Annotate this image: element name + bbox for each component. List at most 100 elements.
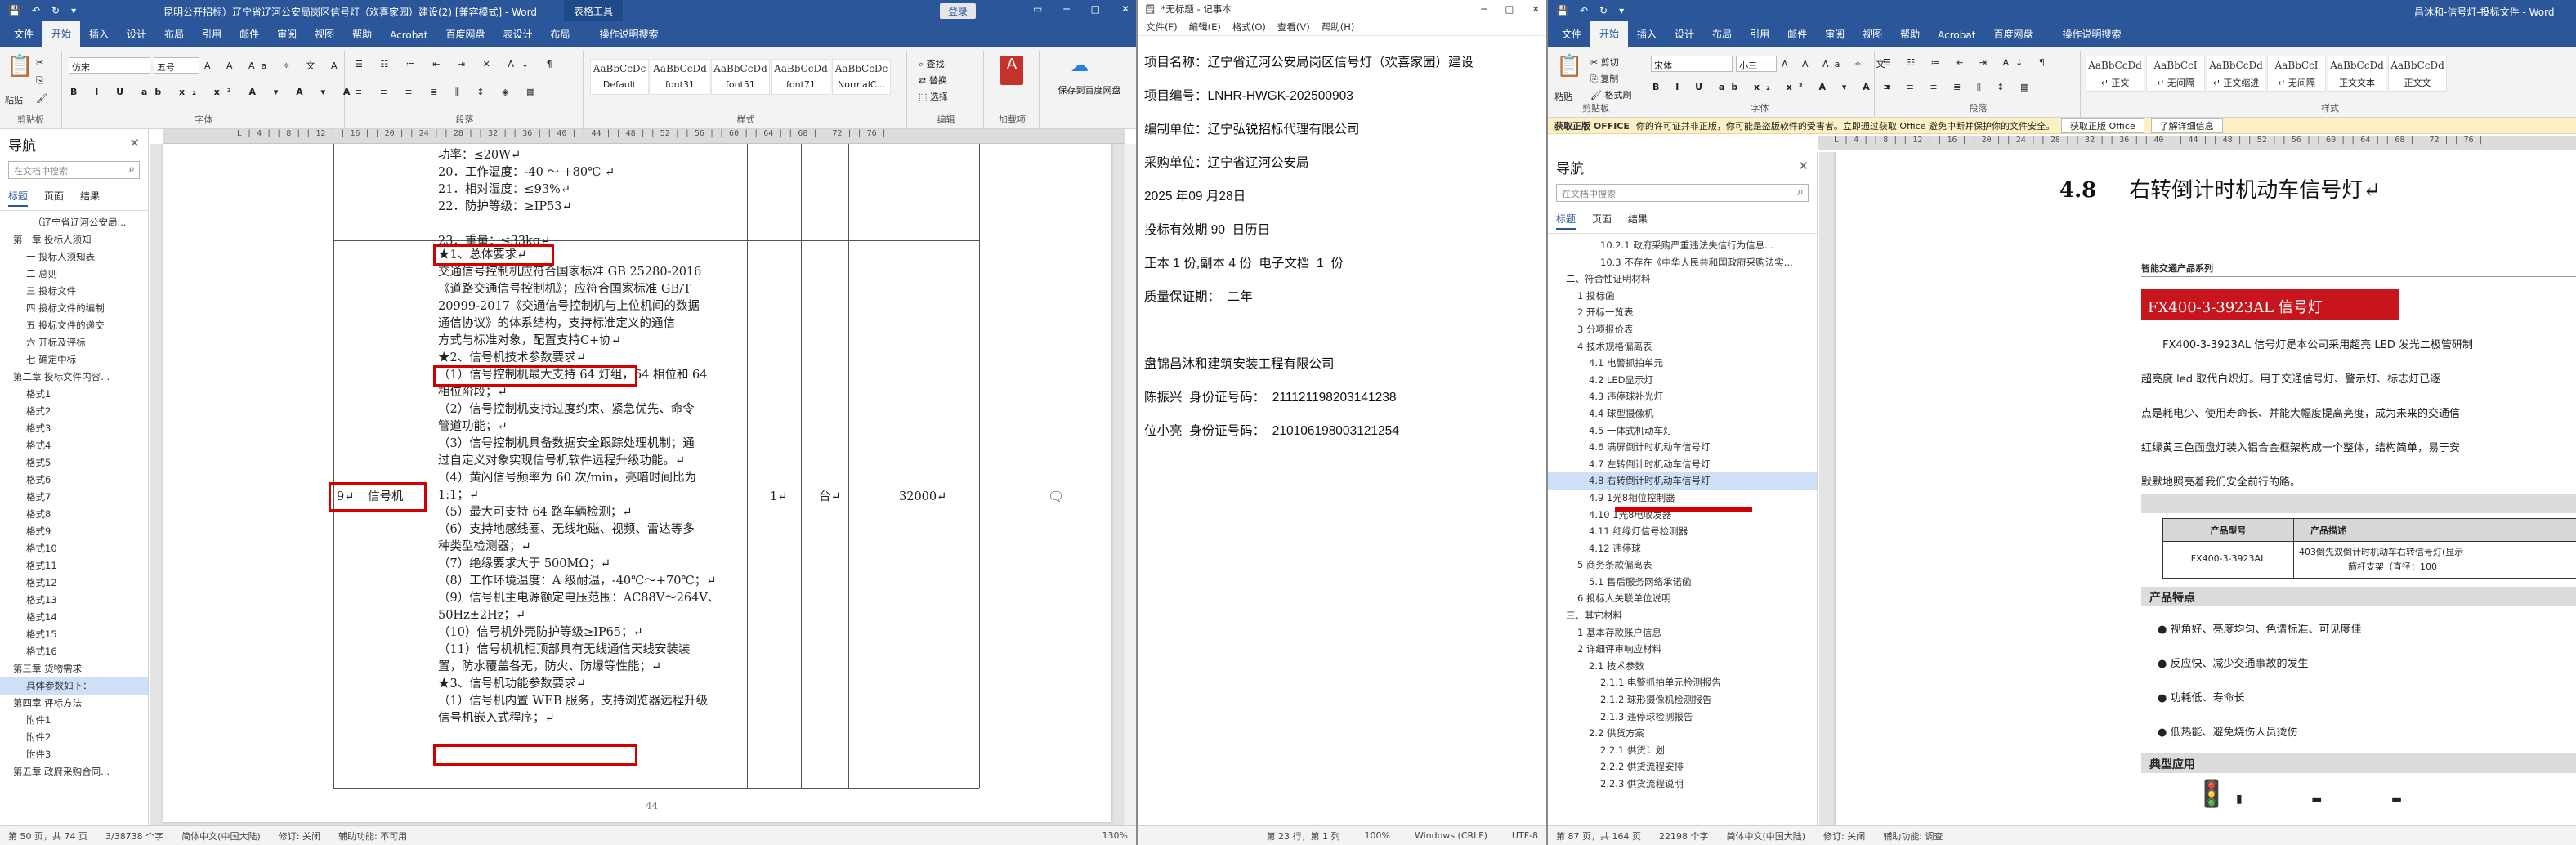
nav-item[interactable]: 六 开标及评标 (0, 334, 148, 351)
baidu-save-label[interactable]: 保存到百度网盘 (1053, 83, 1126, 96)
r-nav-item[interactable]: 4 技术规格偏离表 (1548, 338, 1817, 355)
close-icon[interactable]: ✕ (1121, 3, 1129, 15)
r-nav-item[interactable]: 1 投标函 (1548, 288, 1817, 305)
style-3[interactable]: AaBbCcDd font71 (771, 59, 830, 95)
style-2[interactable]: AaBbCcDd font51 (711, 59, 770, 95)
np-menu-item[interactable]: 编辑(E) (1189, 20, 1221, 33)
maximize-icon[interactable]: □ (1091, 3, 1100, 15)
r-nav-item[interactable]: 4.7 左转倒计时机动车信号灯 (1548, 456, 1817, 473)
format-painter-icon[interactable]: 🖌 (36, 93, 47, 104)
r-font-size-select[interactable]: 小三 (1736, 56, 1777, 72)
nav-item[interactable]: 格式4 (0, 437, 148, 454)
nav-item[interactable]: 七 确定中标 (0, 351, 148, 369)
np-menu-item[interactable]: 查看(V) (1277, 20, 1310, 33)
left-tab-13[interactable]: 布局 (541, 27, 579, 47)
redo-icon[interactable]: ↻ (51, 5, 60, 16)
nav-item[interactable]: 格式1 (0, 386, 148, 403)
right-tab-6[interactable]: 邮件 (1778, 27, 1816, 47)
nav-item[interactable]: 第二章 投标文件内容... (0, 369, 148, 386)
nav-item[interactable]: 格式12 (0, 575, 148, 592)
right-tab-9[interactable]: 帮助 (1891, 27, 1929, 47)
r-paste-icon[interactable]: 📋 (1556, 54, 1582, 78)
nav-item[interactable]: 附件3 (0, 746, 148, 763)
nav-tab-2[interactable]: 结果 (1628, 212, 1648, 230)
spec-cell[interactable]: ★1、总体要求↵ 交通信号控制机应符合国家标准 GB 25280-2016 《道路… (438, 247, 719, 727)
left-tab-5[interactable]: 引用 (193, 27, 230, 47)
undo-icon[interactable]: ↶ (32, 5, 40, 16)
r-redo-icon[interactable]: ↻ (1599, 5, 1608, 16)
nav-tab-1[interactable]: 页面 (44, 189, 64, 207)
left-tab-9[interactable]: 帮助 (343, 27, 381, 47)
r-nav-item[interactable]: 10.3 不存在《中华人民共和国政府采购法实... (1548, 254, 1817, 271)
r-nav-item[interactable]: 10.2.1 政府采购严重违法失信行为信息... (1548, 237, 1817, 254)
left-tab-6[interactable]: 邮件 (230, 27, 268, 47)
r-undo-icon[interactable]: ↶ (1580, 5, 1588, 16)
r-nav-item[interactable]: 2.2.3 供货流程说明 (1548, 776, 1817, 793)
r-nav-item[interactable]: 4.11 红绿灯信号检测器 (1548, 523, 1817, 540)
r-nav-item[interactable]: 4.3 违停球补光灯 (1548, 388, 1817, 405)
r-font-name-select[interactable]: 宋体 (1651, 56, 1733, 72)
right-tell-me-search[interactable]: 操作说明搜索 (2053, 27, 2130, 47)
r-copy-button[interactable]: ⎘ 复制 (1590, 72, 1618, 85)
r-nav-item[interactable]: 1 基本存款账户信息 (1548, 624, 1817, 642)
r-nav-item[interactable]: 6 投标人关联单位说明 (1548, 590, 1817, 607)
r-nav-item[interactable]: 4.8 右转倒计时机动车信号灯 (1548, 472, 1817, 490)
autosave-icon[interactable]: 💾 (8, 5, 20, 16)
left-vertical-scrollbar[interactable] (1123, 144, 1136, 825)
nav-item[interactable]: 二 总则 (0, 266, 148, 283)
nav-item[interactable]: （辽宁省辽河公安局... (0, 214, 148, 231)
nav-item[interactable]: 格式5 (0, 454, 148, 472)
right-tab-4[interactable]: 布局 (1703, 27, 1741, 47)
np-menu-item[interactable]: 文件(F) (1146, 20, 1178, 33)
r-nav-item[interactable]: 二、符合性证明材料 (1548, 270, 1817, 288)
nav-item[interactable]: 附件2 (0, 729, 148, 746)
r-customize-qa-icon[interactable]: ▾ (1619, 5, 1624, 16)
r-nav-item[interactable]: 4.5 一体式机动车灯 (1548, 422, 1817, 440)
r-nav-item[interactable]: 4.2 LED显示灯 (1548, 372, 1817, 389)
r-nav-item[interactable]: 4.6 满屏倒计时机动车信号灯 (1548, 439, 1817, 456)
np-minimize-icon[interactable]: ─ (1482, 3, 1487, 15)
select-button[interactable]: ⬚ 选择 (919, 90, 948, 103)
nav-item[interactable]: 一 投标人须知表 (0, 248, 148, 266)
minimize-icon[interactable]: ─ (1063, 3, 1069, 15)
left-tab-7[interactable]: 审阅 (268, 27, 306, 47)
r-nav-item[interactable]: 2.1.2 球形摄像机检测报告 (1548, 691, 1817, 709)
paste-label[interactable]: 粘贴 (5, 93, 23, 106)
right-tab-2[interactable]: 插入 (1628, 27, 1666, 47)
right-tab-10[interactable]: Acrobat (1929, 29, 1984, 47)
r-nav-item[interactable]: 2.1 技术参数 (1548, 658, 1817, 675)
r-cut-button[interactable]: ✂ 剪切 (1590, 56, 1619, 69)
nav-item[interactable]: 格式15 (0, 626, 148, 643)
style-1[interactable]: AaBbCcI ↵ 无间隔 (2146, 56, 2205, 92)
right-tab-8[interactable]: 视图 (1854, 27, 1891, 47)
customize-qa-icon[interactable]: ▾ (71, 5, 76, 16)
nav-item[interactable]: 格式10 (0, 540, 148, 557)
find-button[interactable]: ⌕ 查找 (919, 57, 945, 70)
nav-item[interactable]: 格式16 (0, 643, 148, 660)
r-nav-item[interactable]: 4.9 1光8相位控制器 (1548, 490, 1817, 507)
r-nav-item[interactable]: 2 详细评审响应材料 (1548, 641, 1817, 658)
nav-item[interactable]: 第三章 货物需求 (0, 660, 148, 677)
left-tab-3[interactable]: 设计 (118, 27, 155, 47)
status-item[interactable]: 130% (1102, 830, 1128, 841)
nav-item[interactable]: 格式2 (0, 403, 148, 420)
nav-item[interactable]: 四 投标文件的编制 (0, 300, 148, 317)
np-menu-item[interactable]: 格式(O) (1232, 20, 1266, 33)
nav-item[interactable]: 格式9 (0, 523, 148, 540)
r-nav-item[interactable]: 2.2 供货方案 (1548, 725, 1817, 742)
r-list-buttons[interactable]: ☰ ☷ ≔ ⇤ ⇥ A↓ ¶ (1883, 57, 2051, 68)
nav-item[interactable]: 格式8 (0, 506, 148, 523)
nav-item[interactable]: 格式6 (0, 472, 148, 489)
nav-tab-0[interactable]: 标题 (8, 189, 29, 207)
font-size-buttons[interactable]: A A Aa ✧ 文 A (204, 59, 344, 72)
r-nav-item[interactable]: 三、其它材料 (1548, 607, 1817, 624)
paste-icon[interactable]: 📋 (7, 54, 33, 78)
replace-button[interactable]: ⇄ 替换 (919, 74, 947, 87)
nav-tab-1[interactable]: 页面 (1592, 212, 1612, 230)
np-close-icon[interactable]: ✕ (1532, 3, 1540, 15)
nav-tab-0[interactable]: 标题 (1556, 212, 1576, 230)
style-0[interactable]: AaBbCcDd ↵ 正文 (2086, 56, 2144, 92)
r-nav-item[interactable]: 3 分项报价表 (1548, 321, 1817, 338)
left-tab-10[interactable]: Acrobat (381, 29, 436, 47)
style-1[interactable]: AaBbCcDd font31 (651, 59, 709, 95)
